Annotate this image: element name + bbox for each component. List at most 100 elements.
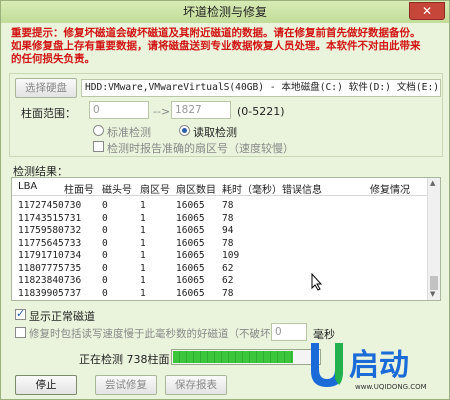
table-cell: 16065: [176, 287, 205, 299]
cylinder-to-input[interactable]: 1827: [171, 101, 231, 119]
repair-window: 坏道检测与修复 ✕ 重要提示：修复坏磁道会破坏磁道及其附近磁道的数据。请在修复前…: [0, 0, 450, 400]
warning-line: 的任何损失负责。: [11, 53, 95, 65]
table-row[interactable]: 11743515 731 0 1 16065 78: [12, 213, 428, 225]
table-cell: 0: [102, 200, 108, 211]
table-cell: 0: [102, 275, 108, 286]
column-header: 扇区号: [140, 185, 170, 196]
table-cell: 78: [222, 200, 234, 211]
table-cell: 1: [140, 237, 146, 249]
standard-check-label: 标准检测: [107, 126, 151, 139]
table-cell: 11775645: [18, 237, 64, 249]
results-scrollbar[interactable]: ▲ ▼: [427, 178, 440, 300]
stop-button[interactable]: 停止: [15, 375, 77, 395]
read-check-label: 读取检测: [193, 126, 237, 139]
table-cell: 0: [102, 212, 108, 224]
table-cell: 1: [140, 250, 146, 261]
table-cell: 11823840: [18, 275, 64, 286]
read-check-radio[interactable]: [179, 125, 190, 136]
table-cell: 16065: [176, 225, 205, 236]
table-row[interactable]: 11759580 732 0 1 16065 94: [12, 225, 428, 237]
table-row[interactable]: 11807775 735 0 1 16065 62: [12, 263, 428, 275]
cylinder-from-input[interactable]: 0: [89, 101, 149, 119]
table-cell: 11759580: [18, 225, 64, 236]
table-cell: 1: [140, 275, 146, 286]
table-cell: 733: [64, 237, 82, 249]
scroll-thumb[interactable]: [430, 276, 438, 290]
table-cell: 0: [102, 237, 108, 249]
cylinder-range-label: 柱面范围：: [21, 107, 76, 120]
table-cell: 1: [140, 200, 146, 211]
scroll-down-icon[interactable]: ▼: [430, 290, 435, 298]
table-cell: 16065: [176, 237, 205, 249]
svg-text:启动: 启动: [349, 348, 409, 383]
table-row[interactable]: 11727450 730 0 1 16065 78: [12, 200, 428, 212]
scroll-up-icon[interactable]: ▲: [430, 179, 435, 187]
warning-line: 重要提示：修复坏磁道会破坏磁道及其附近磁道的数据。请在修复前首先做好数据备份。: [11, 27, 421, 39]
progress-fill: [173, 351, 293, 363]
table-cell: 78: [222, 212, 234, 224]
table-cell: 1: [140, 225, 146, 236]
repair-slow-checkbox[interactable]: [15, 327, 26, 338]
table-cell: 1: [140, 287, 146, 299]
table-cell: 11727450: [18, 200, 64, 211]
table-row[interactable]: 11839905 737 0 1 16065 78: [12, 288, 428, 300]
table-cell: 1: [140, 262, 146, 274]
table-row[interactable]: 11775645 733 0 1 16065 78: [12, 238, 428, 250]
results-table[interactable]: LBA 柱面号 磁头号 扇区号 扇区数目 耗时（毫秒） 错误信息 修复情况 11…: [11, 177, 441, 301]
table-cell: 737: [64, 287, 82, 299]
table-row[interactable]: 11823840 736 0 1 16065 62: [12, 275, 428, 287]
table-cell: 16065: [176, 250, 205, 261]
save-report-button[interactable]: 保存报表: [165, 375, 227, 395]
show-normal-label: 显示正常磁道: [29, 310, 95, 323]
table-cell: 730: [64, 200, 82, 211]
table-cell: 11743515: [18, 212, 64, 224]
table-cell: 735: [64, 262, 82, 274]
window-title: 坏道检测与修复: [182, 5, 267, 19]
repair-slow-label: 修复时包括读写速度慢于此毫秒数的好磁道（不破坏数据）：: [29, 328, 308, 340]
close-icon[interactable]: ✕: [409, 2, 445, 20]
status-text: 正在检测 738柱面: [79, 353, 170, 366]
mouse-cursor-icon: [311, 273, 323, 291]
table-cell: 732: [64, 225, 82, 236]
uqidong-logo: 启动 www.UQIDONG.COM: [305, 335, 445, 393]
table-header: LBA 柱面号 磁头号 扇区号 扇区数目 耗时（毫秒） 错误信息 修复情况: [12, 178, 428, 196]
table-cell: 16065: [176, 200, 205, 211]
warning-text: 重要提示：修复坏磁道会破坏磁道及其附近磁道的数据。请在修复前首先做好数据备份。 …: [11, 27, 443, 66]
table-row[interactable]: 11791710 734 0 1 16065 109: [12, 250, 428, 262]
table-cell: 0: [102, 287, 108, 299]
table-cell: 78: [222, 287, 234, 299]
table-cell: 0: [102, 225, 108, 236]
column-header: 扇区数目: [176, 185, 216, 196]
column-header: 柱面号: [64, 185, 94, 196]
show-normal-checkbox[interactable]: [15, 307, 26, 320]
cylinder-max-range: (0-5221): [237, 105, 285, 118]
standard-check-radio[interactable]: [93, 125, 104, 136]
logo-url: www.UQIDONG.COM: [355, 383, 427, 391]
select-disk-button[interactable]: 选择硬盘: [15, 78, 77, 98]
table-cell: 734: [64, 250, 82, 261]
table-cell: 16065: [176, 212, 205, 224]
table-cell: 62: [222, 262, 234, 274]
table-cell: 0: [102, 262, 108, 274]
table-cell: 1: [140, 212, 146, 224]
table-cell: 736: [64, 275, 82, 286]
try-repair-button[interactable]: 尝试修复: [95, 375, 157, 395]
column-header: 耗时（毫秒）: [222, 185, 282, 196]
disk-info-field: HDD:VMware,VMwareVirtualS(40GB) - 本地磁盘(C…: [81, 79, 441, 97]
table-cell: 16065: [176, 275, 205, 286]
table-cell: 109: [222, 250, 240, 261]
exact-sector-checkbox[interactable]: [93, 141, 104, 152]
table-cell: 94: [222, 225, 234, 236]
table-cell: 11791710: [18, 250, 64, 261]
ms-threshold-input[interactable]: 0: [271, 323, 307, 341]
range-arrow: -->: [153, 105, 171, 118]
table-cell: 11807775: [18, 262, 64, 274]
warning-line: 如果修复盘上存有重要数据，请将磁盘送到专业数据恢复人员处理。本软件不对由此带来: [11, 40, 421, 52]
table-cell: 0: [102, 250, 108, 261]
column-header: LBA: [18, 181, 38, 192]
exact-sector-label: 检测时报告准确的扇区号（速度较慢）: [107, 142, 294, 155]
column-header: 修复情况: [370, 185, 410, 196]
title-bar: 坏道检测与修复 ✕: [1, 1, 449, 23]
column-header: 磁头号: [102, 185, 132, 196]
table-cell: 62: [222, 275, 234, 286]
